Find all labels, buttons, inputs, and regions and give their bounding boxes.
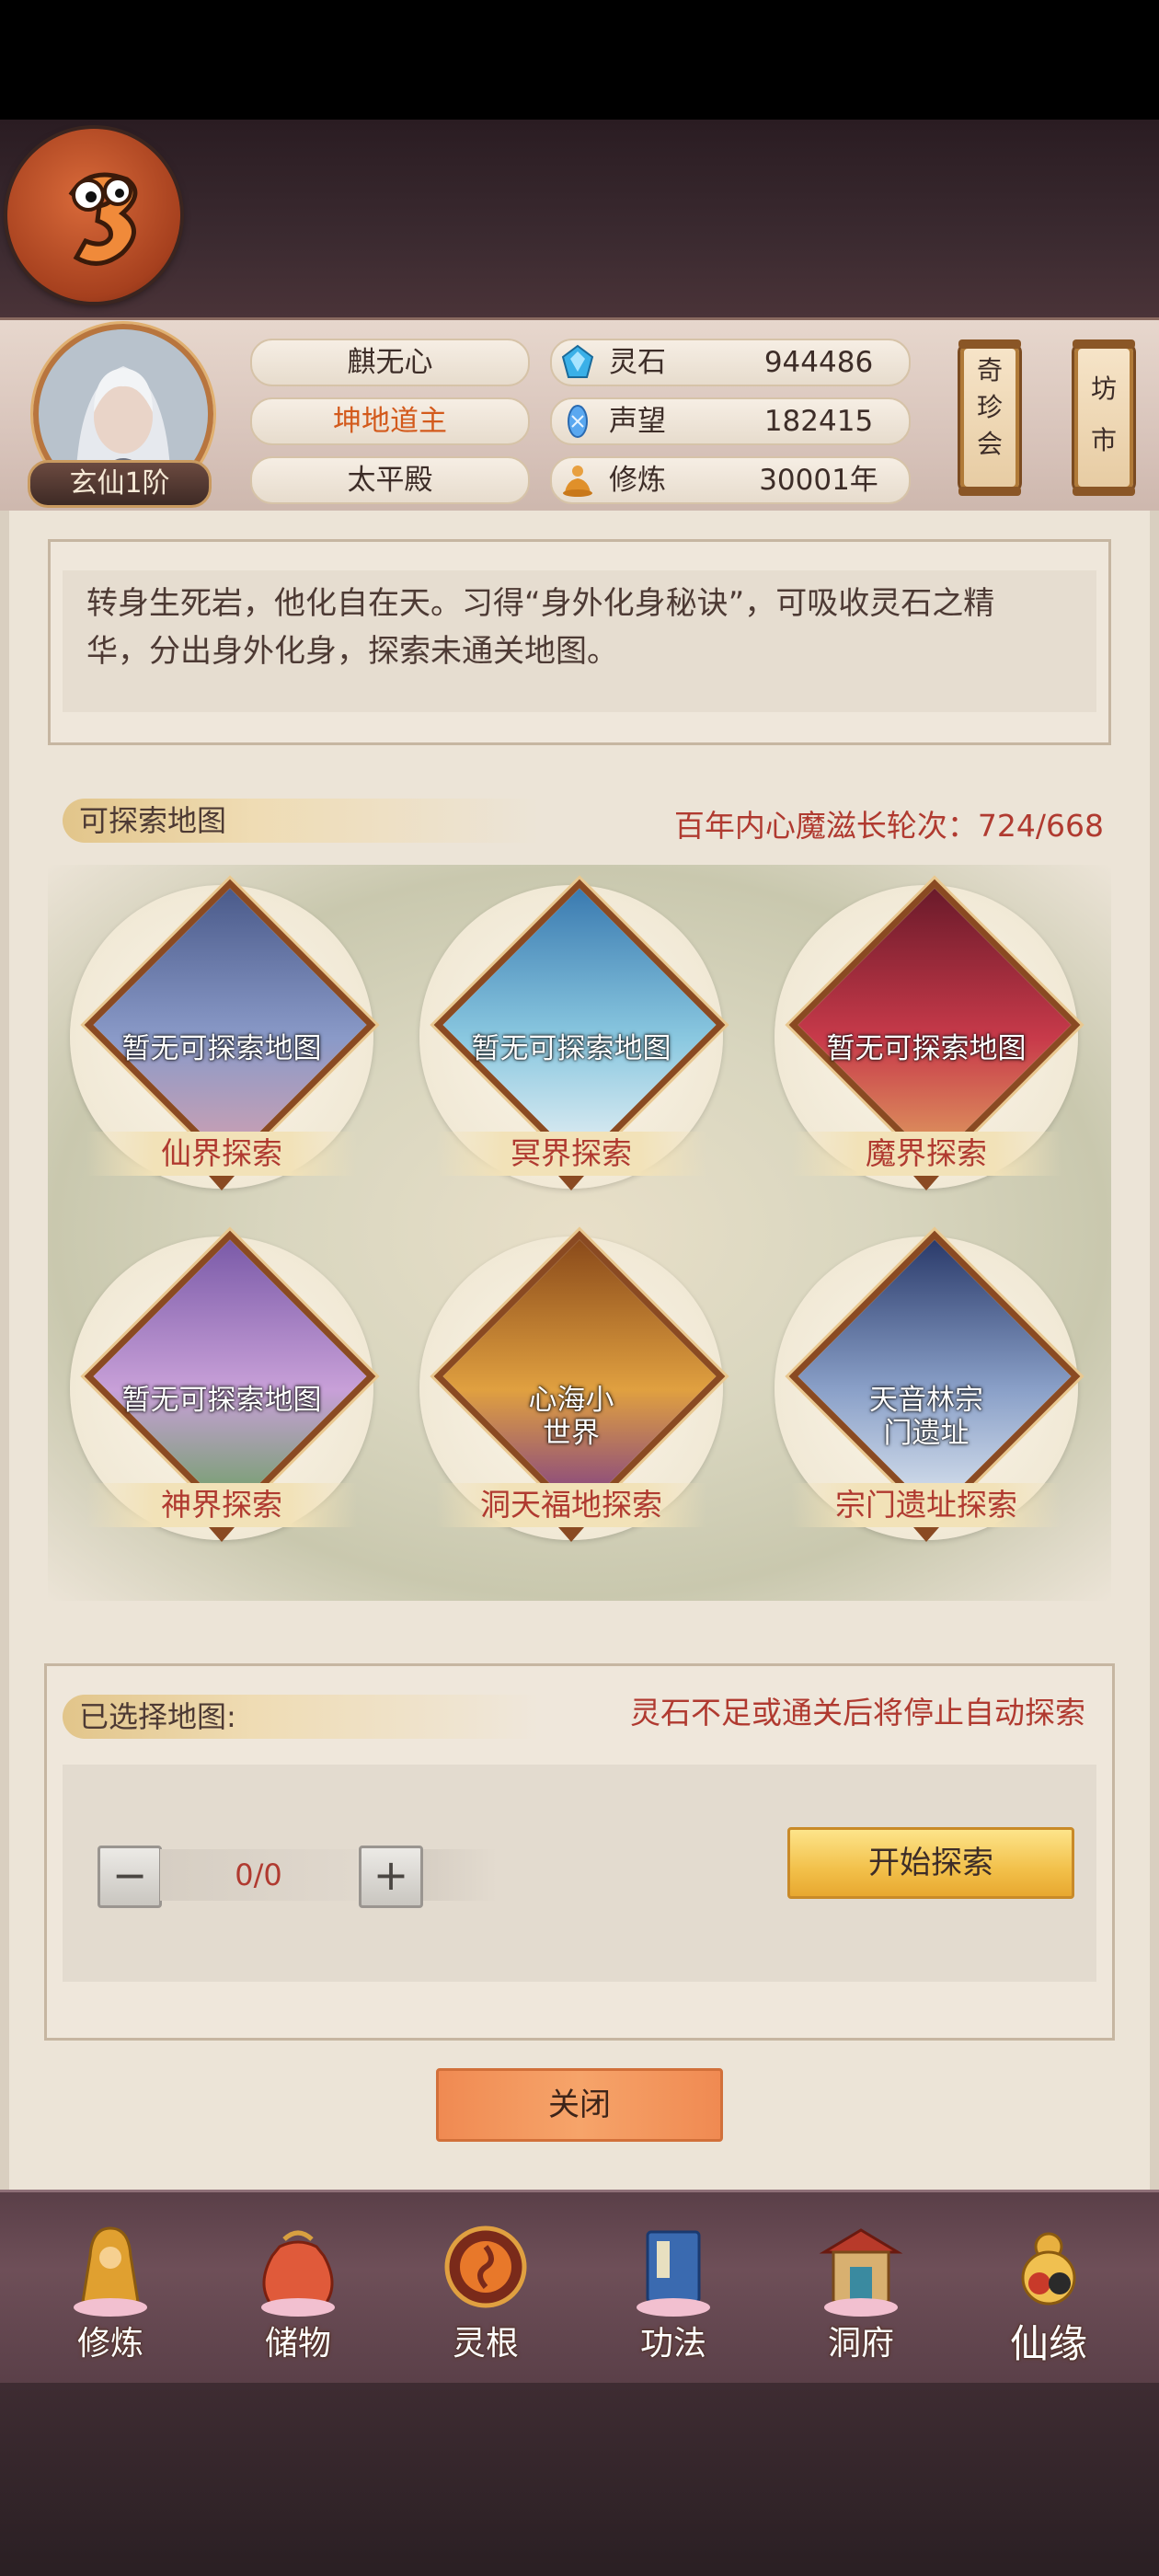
cartoon-mascot-icon	[68, 172, 138, 266]
nav-label: 灵根	[452, 2325, 519, 2363]
treasure-fair-label: 奇珍会	[976, 355, 1003, 459]
app-logo-button[interactable]	[7, 129, 180, 302]
count-field-fade	[423, 1849, 497, 1901]
nav-technique[interactable]: 功法	[600, 2219, 747, 2375]
cultivation-icon	[74, 2226, 147, 2317]
player-name: 麒无心	[250, 339, 530, 386]
increase-button[interactable]: +	[359, 1846, 423, 1908]
reputation-counter: 声望 182415	[550, 397, 911, 445]
map-status-note: 天音林宗门遗址	[869, 1384, 983, 1450]
map-label: 冥界探索	[511, 1135, 632, 1171]
meditation-icon	[563, 466, 592, 497]
nav-label: 修炼	[76, 2325, 143, 2363]
map-status-note: 暂无可探索地图	[121, 1384, 322, 1417]
reputation-value: 182415	[763, 405, 874, 438]
nav-label: 仙缘	[1009, 2321, 1087, 2366]
map-status-note: 暂无可探索地图	[121, 1032, 322, 1065]
map-label-ribbon: 魔界探索	[791, 1132, 1061, 1176]
cultivation-label: 修炼	[609, 464, 666, 497]
cultivation-counter: 修炼 30001年	[550, 456, 911, 504]
scroll-top-cap	[1073, 339, 1135, 349]
nav-label: 储物	[264, 2325, 331, 2363]
map-card-grotto-paradise[interactable]: 心海小世界 洞天福地探索	[419, 1230, 732, 1568]
selected-maps-heading: 已选择地图:	[63, 1695, 539, 1739]
nav-cultivation[interactable]: 修炼	[37, 2219, 184, 2375]
map-label: 宗门遗址探索	[835, 1487, 1017, 1523]
map-label-ribbon: 冥界探索	[436, 1132, 706, 1176]
map-status-note: 暂无可探索地图	[826, 1032, 1027, 1065]
map-pointer-icon	[913, 1527, 939, 1542]
reputation-icon	[568, 405, 588, 438]
scroll-bottom-cap	[1073, 487, 1135, 496]
spirit-root-icon	[444, 2225, 527, 2308]
bottom-safe-area	[0, 2383, 1159, 2576]
map-label-ribbon: 神界探索	[86, 1483, 357, 1527]
scroll-top-cap	[958, 339, 1021, 349]
cave-dwelling-icon	[819, 2228, 903, 2317]
decrease-button[interactable]: −	[98, 1846, 162, 1908]
market-button[interactable]: 坊市	[1073, 339, 1135, 496]
scroll-bottom-cap	[958, 487, 1021, 496]
selected-count: 0/0	[160, 1849, 357, 1901]
map-status-note: 心海小世界	[528, 1384, 614, 1450]
map-label-ribbon: 洞天福地探索	[436, 1483, 706, 1527]
start-explore-button[interactable]: 开始探索	[787, 1827, 1074, 1899]
map-card-immortal-realm[interactable]: 暂无可探索地图 仙界探索	[70, 879, 383, 1216]
rank-badge: 玄仙1阶	[28, 460, 212, 508]
spirit-stone-label: 灵石	[609, 346, 666, 379]
nav-label: 功法	[639, 2325, 706, 2363]
cultivation-value: 30001年	[759, 464, 878, 497]
explorable-maps-heading: 可探索地图	[63, 799, 539, 843]
player-title: 坤地道主	[250, 397, 530, 445]
player-sect: 太平殿	[250, 456, 530, 504]
status-bar	[0, 0, 1159, 120]
map-pointer-icon	[558, 1527, 584, 1542]
map-pointer-icon	[558, 1176, 584, 1190]
nav-spirit-root[interactable]: 灵根	[412, 2219, 559, 2375]
map-label: 洞天福地探索	[480, 1487, 662, 1523]
map-label: 仙界探索	[161, 1135, 282, 1171]
spirit-stone-counter: 灵石 944486	[550, 339, 911, 386]
spirit-stone-value: 944486	[763, 346, 874, 379]
map-label: 神界探索	[161, 1487, 282, 1523]
map-card-sect-ruins[interactable]: 天音林宗门遗址 宗门遗址探索	[775, 1230, 1087, 1568]
map-pointer-icon	[209, 1176, 235, 1190]
spirit-stone-icon	[561, 344, 594, 378]
nav-immortal-fate[interactable]: 仙缘	[975, 2219, 1122, 2375]
nav-storage[interactable]: 储物	[224, 2219, 372, 2375]
technique-book-icon	[637, 2230, 710, 2317]
map-card-underworld[interactable]: 暂无可探索地图 冥界探索	[419, 879, 732, 1216]
map-pointer-icon	[209, 1527, 235, 1542]
auto-stop-note: 灵石不足或通关后将停止自动探索	[630, 1695, 1085, 1731]
immortal-fate-icon	[1021, 2232, 1076, 2306]
market-label: 坊市	[1090, 374, 1117, 455]
map-card-divine-realm[interactable]: 暂无可探索地图 神界探索	[70, 1230, 383, 1568]
map-pointer-icon	[913, 1176, 939, 1190]
nav-cave-dwelling[interactable]: 洞府	[787, 2219, 935, 2375]
storage-bag-icon	[261, 2230, 335, 2317]
nav-label: 洞府	[827, 2325, 894, 2363]
map-card-demon-realm[interactable]: 暂无可探索地图 魔界探索	[775, 879, 1087, 1216]
reputation-label: 声望	[609, 405, 666, 438]
treasure-fair-button[interactable]: 奇珍会	[958, 339, 1021, 496]
map-label-ribbon: 宗门遗址探索	[791, 1483, 1061, 1527]
map-label: 魔界探索	[866, 1135, 987, 1171]
close-button[interactable]: 关闭	[436, 2068, 723, 2142]
map-status-note: 暂无可探索地图	[471, 1032, 671, 1065]
demon-cycle-counter: 百年内心魔滋长轮次：724/668	[673, 808, 1104, 844]
description-text: 转身生死岩，他化自在天。习得“身外化身秘诀”，可吸收灵石之精华，分出身外化身，探…	[86, 585, 995, 670]
map-label-ribbon: 仙界探索	[86, 1132, 357, 1176]
